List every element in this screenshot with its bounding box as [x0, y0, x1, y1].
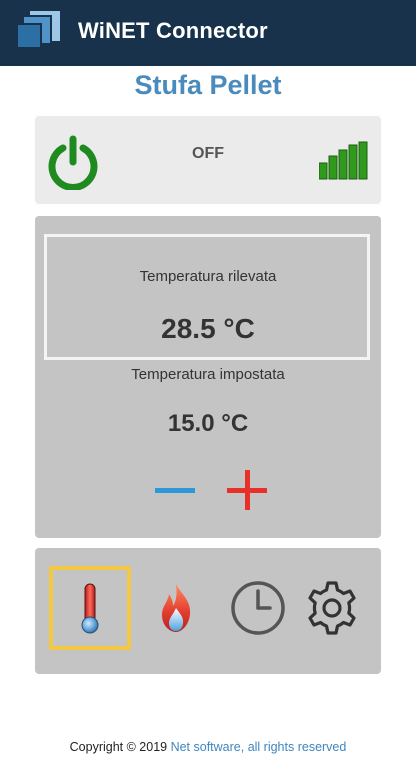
footer-link[interactable]: Net software, all rights reserved [171, 740, 347, 754]
footer: Copyright © 2019 Net software, all right… [0, 740, 416, 754]
app-title: WiNET Connector [78, 18, 268, 43]
status-panel: OFF [35, 116, 381, 204]
decrease-temperature-button[interactable] [153, 474, 197, 504]
gear-icon [308, 581, 356, 635]
signal-strength-icon [318, 141, 369, 181]
footer-copyright: Copyright © 2019 [69, 740, 171, 754]
clock-icon [231, 581, 285, 635]
bottom-nav [35, 548, 381, 674]
temperature-panel: Temperatura rilevata 28.5 °C Temperatura… [35, 216, 381, 538]
measured-temperature-label: Temperatura rilevata [139, 268, 277, 285]
set-temperature-value: 15.0 °C [167, 410, 249, 437]
app-header: WiNET Connector [0, 0, 416, 66]
nav-item-schedule[interactable] [217, 566, 299, 650]
measured-temperature-value: 28.5 °C [161, 313, 255, 344]
page-title: Stufa Pellet [134, 70, 282, 100]
minus-icon [155, 488, 195, 493]
nav-item-temperature[interactable] [49, 566, 131, 650]
increase-temperature-button[interactable] [225, 470, 269, 510]
set-temperature-label: Temperatura impostata [131, 366, 285, 383]
thermometer-icon [81, 583, 99, 634]
nav-item-flame[interactable] [135, 566, 217, 650]
flame-icon [162, 584, 191, 632]
app-logo [16, 9, 62, 55]
nav-item-settings[interactable] [291, 566, 373, 650]
